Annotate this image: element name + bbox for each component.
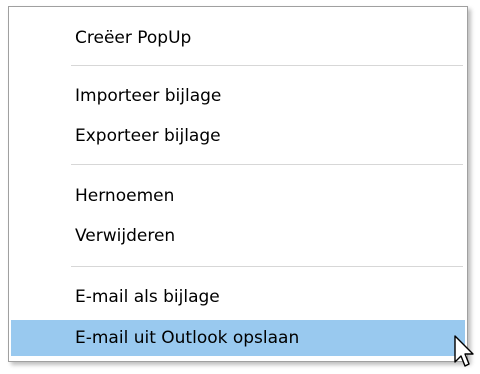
arrow-cursor-icon <box>454 335 474 367</box>
menu-item-create-popup[interactable]: Creëer PopUp <box>11 21 465 55</box>
menu-item-delete[interactable]: Verwijderen <box>11 219 465 253</box>
menu-separator <box>71 65 463 66</box>
context-menu: Creëer PopUp Importeer bijlage Exporteer… <box>8 6 468 362</box>
menu-separator <box>71 164 463 165</box>
menu-item-export-attachment[interactable]: Exporteer bijlage <box>11 119 465 153</box>
menu-separator <box>71 266 463 267</box>
menu-item-save-email-from-outlook[interactable]: E-mail uit Outlook opslaan <box>11 320 465 356</box>
screen: Creëer PopUp Importeer bijlage Exporteer… <box>0 0 480 374</box>
menu-item-email-as-attachment[interactable]: E-mail als bijlage <box>11 280 465 314</box>
menu-item-rename[interactable]: Hernoemen <box>11 179 465 213</box>
menu-item-import-attachment[interactable]: Importeer bijlage <box>11 79 465 113</box>
